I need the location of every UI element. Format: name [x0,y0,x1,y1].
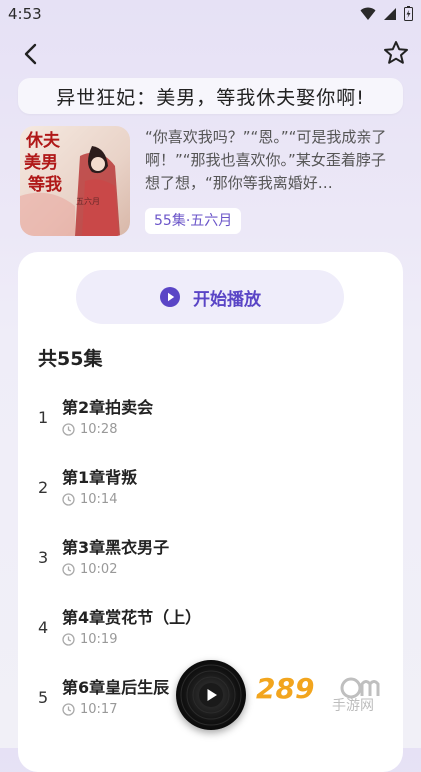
wifi-icon [360,7,376,20]
episode-duration-text: 10:17 [80,702,118,717]
episode-title: 第1章背叛 [62,468,138,487]
clock-icon [62,633,75,646]
episode-title: 第2章拍卖会 [62,398,154,417]
episode-meta-tag: 55集·五六月 [145,208,242,234]
episode-duration: 10:14 [62,492,117,507]
vinyl-disc-icon [180,664,242,726]
episode-duration: 10:17 [62,702,117,717]
episode-item[interactable]: 2 第1章背叛 10:14 [18,458,403,528]
svg-text:五六月: 五六月 [76,196,100,206]
start-play-label: 开始播放 [193,289,261,310]
episode-number: 4 [38,618,49,637]
book-title: 异世狂妃：美男，等我休夫娶你啊! [18,78,403,114]
episode-duration-text: 10:19 [80,632,118,647]
favorite-button[interactable] [381,38,411,68]
episode-number: 1 [38,408,49,427]
top-bar [0,34,421,74]
star-icon [384,41,408,64]
episode-duration: 10:02 [62,562,117,577]
svg-text:美男: 美男 [24,152,58,173]
svg-text:休夫: 休夫 [25,130,61,151]
episode-number: 2 [38,478,49,497]
mini-player-disc[interactable] [176,660,246,730]
clock-icon [62,423,75,436]
episode-title: 第6章皇后生辰 [62,678,170,697]
episode-item[interactable]: 4 第4章赏花节（上） 10:19 [18,598,403,668]
episode-count: 共55集 [38,348,103,370]
episode-item[interactable]: 1 第2章拍卖会 10:28 [18,388,403,458]
episode-title: 第4章赏花节（上） [62,608,202,627]
book-description: “你喜欢我吗？”“恩。”“可是我成亲了啊！”“那我也喜欢你。”某女歪着脖子想了想… [145,128,387,192]
watermark-logo: 289 手游网 [254,670,414,714]
battery-icon [404,6,413,21]
status-bar: 4:53 [0,0,421,30]
signal-icon [384,7,396,20]
status-icons [360,6,413,21]
episode-duration-text: 10:28 [80,422,118,437]
episode-title: 第3章黑衣男子 [62,538,170,557]
episode-duration-text: 10:14 [80,492,118,507]
clock-icon [62,703,75,716]
clock-icon [62,563,75,576]
status-time: 4:53 [8,5,42,23]
episode-duration: 10:28 [62,422,117,437]
clock-icon [62,493,75,506]
book-cover[interactable]: 休夫 美男 等我 五六月 [20,126,130,236]
episode-duration-text: 10:02 [80,562,118,577]
episode-duration: 10:19 [62,632,117,647]
svg-text:等我: 等我 [28,174,62,195]
cover-art: 休夫 美男 等我 五六月 [20,126,130,236]
svg-text:289: 289 [256,672,314,705]
episode-item[interactable]: 3 第3章黑衣男子 10:02 [18,528,403,598]
start-play-button[interactable]: 开始播放 [76,270,344,324]
episode-number: 5 [38,688,49,707]
episode-number: 3 [38,548,49,567]
svg-text:手游网: 手游网 [332,698,374,712]
play-circle-icon [160,287,180,307]
back-arrow-icon [24,43,37,65]
watermark-graphic: 289 手游网 [256,672,380,714]
back-button[interactable] [18,40,46,68]
